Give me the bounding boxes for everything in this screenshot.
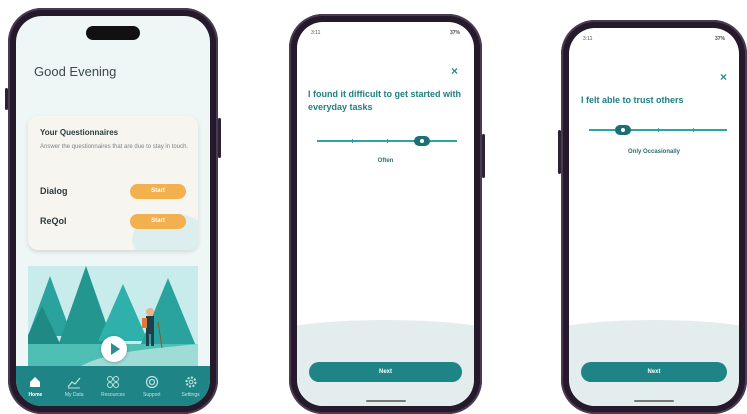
questionnaire-name-dialog: Dialog <box>40 186 68 196</box>
phone-home: Good Evening Your Questionnaires Answer … <box>5 8 221 414</box>
answer-slider-thumb[interactable] <box>615 125 631 135</box>
status-time: 3:11 <box>311 30 321 36</box>
slider-tick <box>387 139 388 143</box>
status-bar: 3:11 37% <box>569 28 739 50</box>
next-button[interactable]: Next <box>309 362 462 382</box>
close-icon[interactable]: × <box>720 70 727 84</box>
home-icon <box>30 376 41 387</box>
video-thumbnail[interactable] <box>28 266 198 374</box>
question-text: I felt able to trust others <box>581 95 684 105</box>
greeting-text: Good Evening <box>34 64 117 79</box>
nav-my-data[interactable]: My Data <box>56 375 92 398</box>
volume-button <box>558 130 561 174</box>
home-screen: Good Evening Your Questionnaires Answer … <box>16 16 210 406</box>
dynamic-island <box>86 26 140 40</box>
slider-tick <box>693 128 694 132</box>
question-text: I found it difficult to get started with… <box>308 89 461 112</box>
home-indicator <box>365 400 406 402</box>
lifebuoy-icon <box>145 375 158 388</box>
battery-indicator: 37% <box>449 30 460 36</box>
chart-icon <box>67 377 81 388</box>
grid-icon <box>106 375 119 388</box>
status-bar: 3:11 37% <box>297 22 474 44</box>
start-dialog-button[interactable]: Start <box>130 184 186 199</box>
answer-slider-thumb[interactable] <box>414 136 430 146</box>
next-button[interactable]: Next <box>581 362 727 382</box>
nav-support-label: Support <box>143 391 161 398</box>
play-icon[interactable] <box>101 336 127 362</box>
nav-settings[interactable]: Settings <box>173 375 209 398</box>
bottom-navigation: Home My Data Resources Support Settings <box>16 366 210 406</box>
phone-question-1: 3:11 37% × I found it difficult to get s… <box>289 14 485 414</box>
slider-tick <box>352 139 353 143</box>
questionnaires-card: Your Questionnaires Answer the questionn… <box>28 116 198 250</box>
gear-icon <box>185 376 197 387</box>
nav-resources[interactable]: Resources <box>95 375 131 398</box>
power-button <box>482 134 485 178</box>
answer-label: Only Occasionally <box>627 149 681 155</box>
questionnaire-name-reqol: ReQol <box>40 216 67 226</box>
close-icon[interactable]: × <box>451 64 458 78</box>
nav-home[interactable]: Home <box>17 375 53 398</box>
status-time: 3:11 <box>583 36 593 42</box>
home-indicator <box>634 400 674 402</box>
battery-indicator: 37% <box>714 36 725 42</box>
questionnaires-description: Answer the questionnaires that are due t… <box>40 144 189 150</box>
questionnaires-title: Your Questionnaires <box>40 128 119 137</box>
nav-support[interactable]: Support <box>134 375 170 398</box>
power-button <box>218 118 221 158</box>
nav-settings-label: Settings <box>181 391 200 398</box>
nav-home-label: Home <box>28 391 43 398</box>
nav-resources-label: Resources <box>101 391 125 398</box>
question-screen-1: 3:11 37% × I found it difficult to get s… <box>297 22 474 406</box>
slider-tick <box>658 128 659 132</box>
volume-button <box>5 88 8 110</box>
nav-my-data-label: My Data <box>64 391 84 398</box>
phone-question-2: 3:11 37% × I felt able to trust others O… <box>558 20 747 414</box>
question-screen-2: 3:11 37% × I felt able to trust others O… <box>569 28 739 406</box>
answer-label: Often <box>377 158 394 164</box>
start-reqol-button[interactable]: Start <box>130 214 186 229</box>
